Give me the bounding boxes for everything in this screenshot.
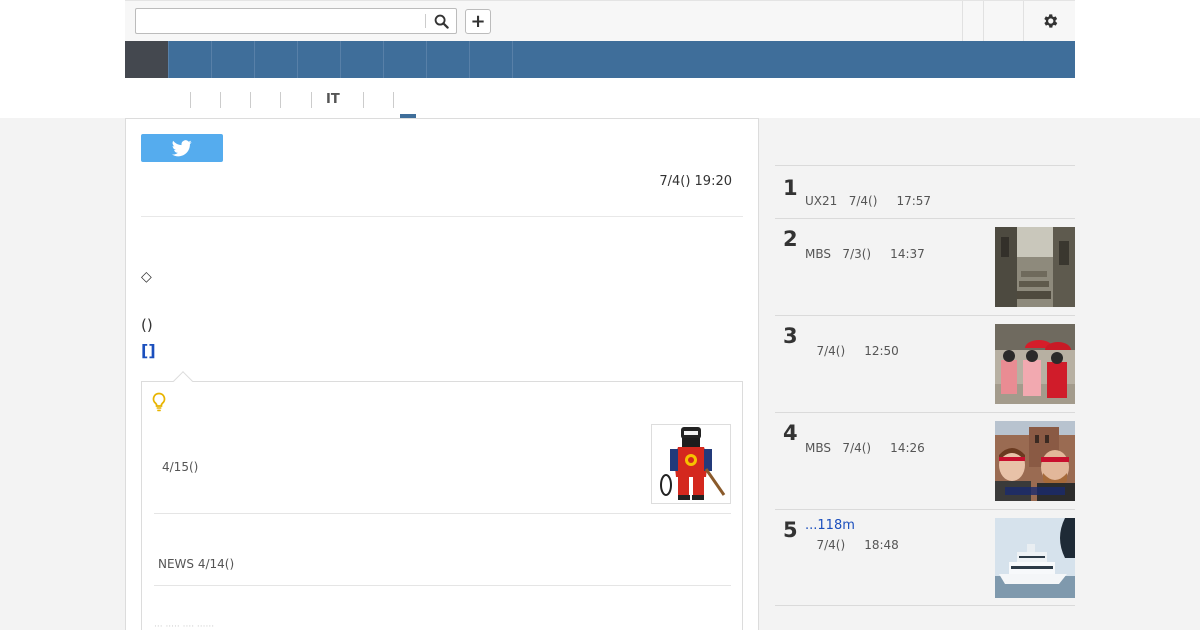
nav-item[interactable] [427, 41, 470, 78]
ranking-item[interactable]: 1 UX21 7/4() 17:57 [775, 166, 1075, 219]
related-articles-box: 4/15() NEWS 4/14() ··· ····· ···· ······ [141, 371, 743, 630]
search-box [135, 8, 457, 34]
ranking-item[interactable]: 3 7/4() 12:50 [775, 316, 1075, 413]
rank-thumbnail[interactable] [995, 421, 1075, 501]
rank-number: 2 [783, 227, 798, 251]
related-item-date: 4/15() [162, 460, 199, 474]
divider [154, 513, 731, 514]
nav-item[interactable] [470, 41, 513, 78]
toolbar-divider [983, 1, 984, 41]
sub-tab-it[interactable]: IT [311, 92, 340, 108]
section-marker: ◇ [141, 269, 152, 285]
parade-umbrellas-image [995, 324, 1075, 404]
sub-tab[interactable] [363, 92, 378, 108]
main-nav [0, 41, 1200, 78]
nav-item-home[interactable] [125, 41, 169, 78]
add-button[interactable]: + [465, 9, 491, 34]
search-separator [425, 14, 426, 28]
rank-number: 4 [783, 421, 798, 445]
rank-number: 3 [783, 324, 798, 348]
source-note: () [141, 316, 153, 334]
divider [141, 216, 743, 217]
samurai-figure-image [660, 427, 726, 500]
related-item-date: NEWS 4/14() [158, 557, 235, 571]
rank-meta: MBS 7/3() 14:37 [805, 247, 925, 261]
ranking-item[interactable]: 2 MBS 7/3() 14:37 [775, 219, 1075, 316]
article-panel: 7/4() 19:20 ◇ () [] 4/15() NEWS 4/14() ·… [125, 118, 759, 630]
rank-thumbnail[interactable] [995, 227, 1075, 307]
rank-thumbnail[interactable] [995, 518, 1075, 598]
toolbar-divider [962, 1, 963, 41]
twitter-share-button[interactable] [141, 134, 223, 162]
top-toolbar-inner: + [125, 0, 1075, 41]
nav-item[interactable] [212, 41, 255, 78]
rank-meta: 7/4() 18:48 [805, 538, 899, 552]
source-link[interactable]: [] [141, 341, 156, 360]
sub-tab[interactable] [190, 92, 205, 108]
search-icon [434, 14, 449, 29]
search-button[interactable] [430, 12, 452, 30]
rank-meta: UX21 7/4() 17:57 [805, 194, 932, 208]
related-item-text: ··· ····· ···· ······ [154, 622, 215, 630]
related-item-thumbnail[interactable] [651, 424, 731, 504]
rank-meta: 7/4() 12:50 [805, 344, 899, 358]
settings-button[interactable] [1039, 10, 1061, 32]
rank-title[interactable]: ...118m [805, 518, 855, 533]
sub-nav: IT [0, 78, 1200, 118]
gear-icon [1044, 14, 1058, 28]
ranking-item[interactable]: 5 ...118m 7/4() 18:48 [775, 510, 1075, 606]
rank-number: 5 [783, 518, 798, 542]
sub-tab-active[interactable] [393, 92, 408, 108]
nav-item[interactable] [384, 41, 427, 78]
nav-item[interactable] [341, 41, 384, 78]
callout-notch [173, 371, 193, 391]
top-toolbar: + [0, 0, 1200, 41]
sub-tab[interactable] [280, 92, 295, 108]
alley-stairs-image [995, 227, 1075, 307]
toolbar-divider [1023, 1, 1024, 41]
search-input[interactable] [138, 11, 422, 31]
main-nav-bar [125, 41, 1075, 78]
rank-thumbnail[interactable] [995, 324, 1075, 404]
ranking-item[interactable]: 4 MBS 7/4() 14:26 [775, 413, 1075, 510]
twitter-bird-icon [172, 139, 192, 156]
article-timestamp: 7/4() 19:20 [659, 174, 732, 189]
rank-meta: MBS 7/4() 14:26 [805, 441, 925, 455]
ranking-sidebar: 1 UX21 7/4() 17:57 2 MBS 7/3() 14:37 3 7… [775, 118, 1075, 630]
sub-tab[interactable] [250, 92, 265, 108]
yacht-image [995, 518, 1075, 598]
nav-item[interactable] [298, 41, 341, 78]
sub-tab[interactable] [220, 92, 235, 108]
rank-number: 1 [783, 176, 798, 200]
lightbulb-icon [152, 392, 166, 412]
nav-item[interactable] [169, 41, 212, 78]
tourists-image [995, 421, 1075, 501]
divider [154, 585, 731, 586]
nav-item[interactable] [255, 41, 298, 78]
